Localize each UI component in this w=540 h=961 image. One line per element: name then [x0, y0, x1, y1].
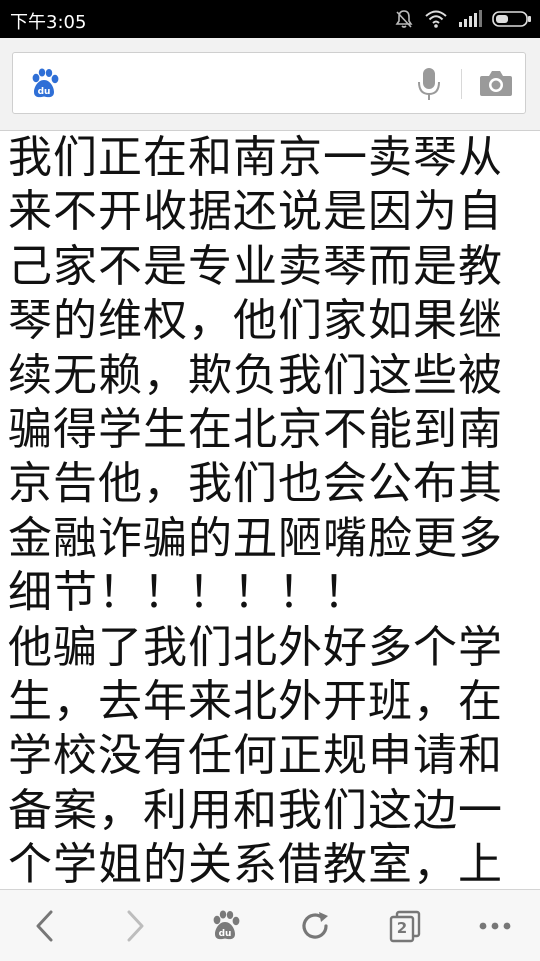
status-time: 下午3:05: [10, 12, 87, 33]
mute-icon: [394, 9, 414, 29]
status-bar: 下午3:05: [0, 0, 540, 38]
svg-text:du: du: [219, 929, 232, 939]
article-line: 己家不是专业卖琴而是教: [8, 240, 503, 292]
baidu-paw-logo: du: [27, 67, 61, 101]
article-line: 备案，利用和我们这边一: [8, 784, 503, 836]
camera-icon[interactable]: [479, 69, 513, 97]
refresh-button[interactable]: [270, 890, 360, 961]
more-button[interactable]: [450, 890, 540, 961]
svg-text:du: du: [38, 87, 51, 97]
tabs-icon: 2: [388, 909, 422, 943]
article-line: 骗得学生在北京不能到南: [8, 403, 503, 455]
battery-icon: [492, 10, 532, 28]
article-line: 细节！！！！！！: [8, 567, 368, 619]
article-line: 金融诈骗的丑陋嘴脸更多: [8, 512, 503, 564]
article-line: 京告他，我们也会公布其: [8, 458, 503, 510]
search-box[interactable]: du: [12, 52, 526, 114]
article-line: 学校没有任何正规申请和: [8, 730, 503, 782]
article-line: 琴的维权，他们家如果继: [8, 295, 503, 347]
article-line: 我们正在和南京一卖琴从: [8, 132, 503, 183]
signal-icon: [458, 10, 482, 28]
article-text: 我们正在和南京一卖琴从 来不开收据还说是因为自 己家不是专业卖琴而是教 琴的维权…: [0, 131, 540, 889]
back-icon: [33, 909, 57, 943]
search-separator: [461, 69, 462, 99]
article-line: 个学姐的关系借教室，上: [8, 839, 503, 889]
search-input[interactable]: [73, 63, 407, 105]
article-line: 他骗了我们北外好多个学: [8, 621, 503, 673]
tabs-button[interactable]: 2: [360, 890, 450, 961]
article-line: 生，去年来北外开班，在: [8, 675, 503, 727]
forward-icon: [123, 909, 147, 943]
baidu-home-icon: du: [208, 909, 242, 943]
microphone-icon[interactable]: [417, 67, 441, 101]
tabs-count: 2: [396, 918, 408, 937]
article-line: 续无赖，欺负我们这些被: [8, 349, 503, 401]
forward-button[interactable]: [90, 890, 180, 961]
refresh-icon: [298, 909, 332, 943]
home-button[interactable]: du: [180, 890, 270, 961]
article-line: 来不开收据还说是因为自: [8, 186, 503, 238]
bottom-toolbar: du 2: [0, 889, 540, 961]
search-header: du: [0, 38, 540, 131]
status-icons: [394, 7, 532, 31]
back-button[interactable]: [0, 890, 90, 961]
page-content: 我们正在和南京一卖琴从 来不开收据还说是因为自 己家不是专业卖琴而是教 琴的维权…: [0, 131, 540, 889]
wifi-icon: [424, 9, 448, 29]
more-icon: [478, 921, 512, 931]
